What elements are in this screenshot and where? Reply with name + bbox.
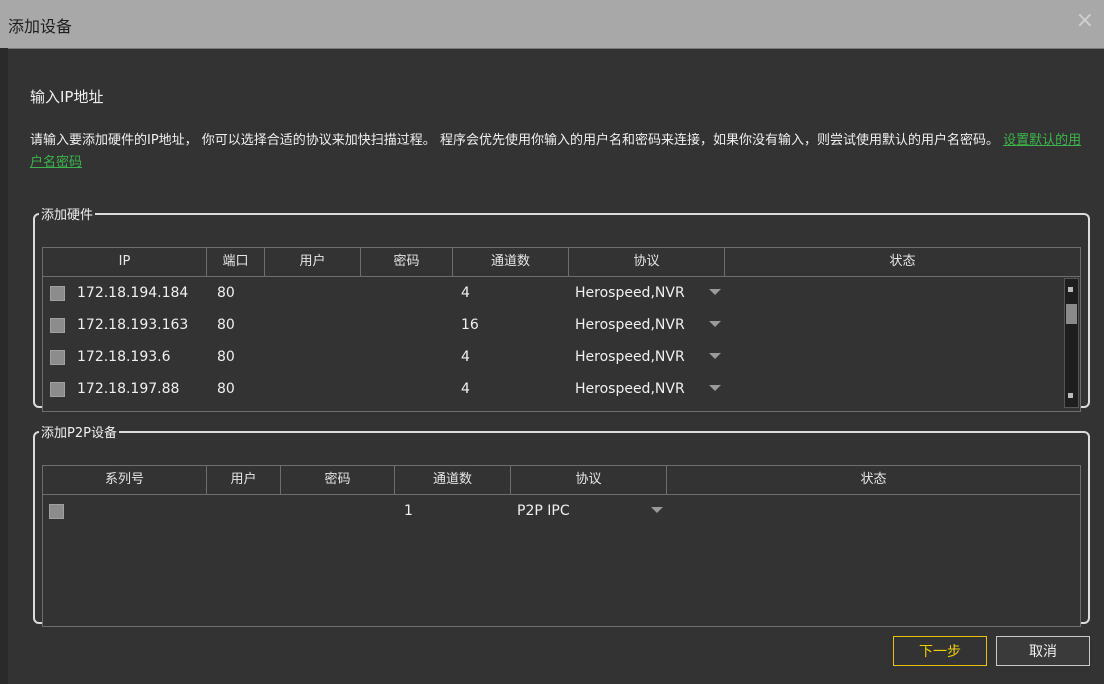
window-edge <box>0 48 8 684</box>
column-header-user[interactable]: 用户 <box>207 466 281 494</box>
protocol-cell[interactable]: Herospeed,NVR <box>575 342 685 372</box>
description-text: 请输入要添加硬件的IP地址， 你可以选择合适的协议来加快扫描过程。 程序会优先使… <box>30 133 999 148</box>
channels-cell: 16 <box>461 317 479 333</box>
column-header-user[interactable]: 用户 <box>265 248 361 276</box>
next-button[interactable]: 下一步 <box>893 636 987 666</box>
table-row[interactable]: 1 P2P IPC <box>43 496 1073 526</box>
description: 请输入要添加硬件的IP地址， 你可以选择合适的协议来加快扫描过程。 程序会优先使… <box>30 130 1090 174</box>
table-row[interactable]: 172.18.193.163 80 16 Herospeed,NVR <box>43 310 1061 340</box>
ip-cell: 172.18.197.88 <box>77 381 180 397</box>
column-header-port[interactable]: 端口 <box>207 248 265 276</box>
column-header-serial[interactable]: 系列号 <box>43 466 207 494</box>
channels-cell: 4 <box>461 285 470 301</box>
chevron-down-icon[interactable] <box>651 507 663 513</box>
column-header-channels[interactable]: 通道数 <box>453 248 569 276</box>
ip-cell: 172.18.194.184 <box>77 285 189 301</box>
column-header-password[interactable]: 密码 <box>361 248 453 276</box>
hardware-group-legend: 添加硬件 <box>41 208 94 223</box>
channels-cell: 4 <box>461 381 470 397</box>
cancel-button[interactable]: 取消 <box>996 636 1090 666</box>
port-cell[interactable]: 80 <box>217 310 235 340</box>
row-checkbox[interactable] <box>50 286 65 301</box>
table-row[interactable]: 172.18.194.184 80 4 Herospeed,NVR <box>43 278 1061 308</box>
p2p-group-legend: 添加P2P设备 <box>41 426 117 441</box>
vertical-scrollbar[interactable] <box>1064 278 1079 408</box>
protocol-cell[interactable]: Herospeed,NVR <box>575 310 685 340</box>
row-checkbox[interactable] <box>49 504 64 519</box>
column-header-status[interactable]: 状态 <box>725 248 1080 276</box>
protocol-cell[interactable]: Herospeed,NVR <box>575 374 685 404</box>
chevron-down-icon[interactable] <box>709 385 721 391</box>
scroll-down-icon[interactable] <box>1068 393 1073 398</box>
table-row[interactable]: 172.18.197.88 80 4 Herospeed,NVR <box>43 374 1061 404</box>
chevron-down-icon[interactable] <box>709 321 721 327</box>
title-bar: 添加设备 × <box>0 0 1104 49</box>
close-icon[interactable]: × <box>1076 10 1094 32</box>
window-title: 添加设备 <box>8 17 73 36</box>
hardware-table: IP 端口 用户 密码 通道数 协议 状态 172.18.194.184 80 … <box>42 247 1081 412</box>
port-cell[interactable]: 80 <box>217 342 235 372</box>
p2p-group: 添加P2P设备 系列号 用户 密码 通道数 协议 状态 1 P2P IPC <box>33 422 1090 627</box>
channels-cell: 1 <box>404 503 413 519</box>
hardware-group: 添加硬件 IP 端口 用户 密码 通道数 协议 状态 172.18.194.18… <box>33 204 1090 412</box>
p2p-table: 系列号 用户 密码 通道数 协议 状态 1 P2P IPC <box>42 465 1081 627</box>
section-heading: 输入IP地址 <box>30 88 104 106</box>
scroll-up-icon[interactable] <box>1068 287 1073 292</box>
table-row[interactable]: 172.18.193.6 80 4 Herospeed,NVR <box>43 342 1061 372</box>
column-header-ip[interactable]: IP <box>43 248 207 276</box>
row-checkbox[interactable] <box>50 318 65 333</box>
ip-cell: 172.18.193.6 <box>77 349 171 365</box>
chevron-down-icon[interactable] <box>709 353 721 359</box>
hardware-table-header: IP 端口 用户 密码 通道数 协议 状态 <box>43 248 1080 277</box>
protocol-cell[interactable]: Herospeed,NVR <box>575 278 685 308</box>
column-header-password[interactable]: 密码 <box>281 466 395 494</box>
protocol-cell[interactable]: P2P IPC <box>517 496 570 526</box>
ip-cell: 172.18.193.163 <box>77 317 189 333</box>
column-header-status[interactable]: 状态 <box>667 466 1080 494</box>
port-cell[interactable]: 80 <box>217 278 235 308</box>
column-header-protocol[interactable]: 协议 <box>569 248 725 276</box>
column-header-protocol[interactable]: 协议 <box>511 466 667 494</box>
p2p-table-header: 系列号 用户 密码 通道数 协议 状态 <box>43 466 1080 495</box>
row-checkbox[interactable] <box>50 350 65 365</box>
chevron-down-icon[interactable] <box>709 289 721 295</box>
column-header-channels[interactable]: 通道数 <box>395 466 511 494</box>
row-checkbox[interactable] <box>50 382 65 397</box>
scrollbar-thumb[interactable] <box>1066 304 1077 324</box>
port-cell[interactable]: 80 <box>217 374 235 404</box>
channels-cell: 4 <box>461 349 470 365</box>
